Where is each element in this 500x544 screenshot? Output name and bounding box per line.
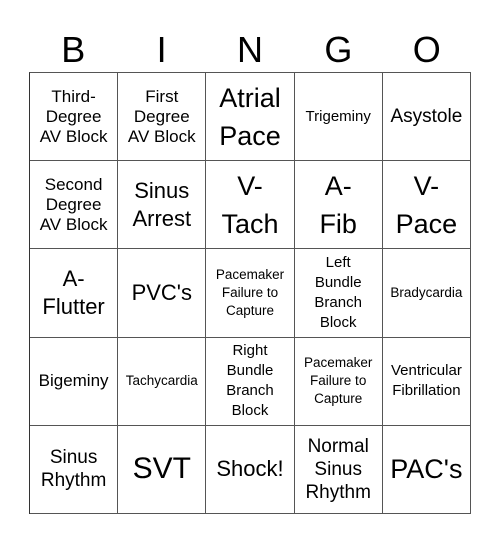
cell-text: Bigeminy bbox=[38, 371, 109, 391]
bingo-cell[interactable]: Asystole bbox=[382, 73, 471, 162]
bingo-cell[interactable]: Second Degree AV Block bbox=[30, 161, 119, 250]
bingo-cell[interactable]: Right Bundle Branch Block bbox=[206, 337, 295, 426]
bingo-cell[interactable]: Left Bundle Branch Block bbox=[294, 249, 383, 338]
bingo-board: Third- Degree AV Block First Degree AV Block… bbox=[29, 72, 471, 514]
bingo-cell[interactable]: Ventricular Fibrillation bbox=[382, 337, 471, 426]
cell-text: Right Bundle Branch Block bbox=[226, 342, 274, 420]
cell-text: PAC's bbox=[390, 454, 463, 485]
header-letter-n: N bbox=[236, 29, 263, 70]
bingo-cell[interactable]: Trigeminy bbox=[294, 73, 383, 162]
cell-text: Ventricular Fibrillation bbox=[390, 362, 462, 400]
bingo-cell[interactable]: Atrial Pace bbox=[206, 73, 295, 162]
bingo-cell[interactable]: PAC's bbox=[382, 425, 471, 514]
cell-text: Third- Degree AV Block bbox=[39, 86, 108, 146]
bingo-cell[interactable]: Bradycardia bbox=[382, 249, 471, 338]
bingo-cell[interactable]: Bigeminy bbox=[30, 337, 119, 426]
cell-text: Left Bundle Branch Block bbox=[314, 253, 362, 331]
cell-text: SVT bbox=[132, 452, 191, 486]
cell-text: Asystole bbox=[390, 106, 463, 128]
bingo-cell[interactable]: Pacemaker Failure to Capture bbox=[294, 337, 383, 426]
bingo-cell[interactable]: Sinus Arrest bbox=[118, 161, 207, 250]
bingo-cell[interactable]: Normal Sinus Rhythm bbox=[294, 425, 383, 514]
bingo-cell[interactable]: SVT bbox=[118, 425, 207, 514]
cell-text: Pacemaker Failure to Capture bbox=[304, 355, 373, 407]
bingo-cell[interactable]: A- Fib bbox=[294, 161, 383, 250]
cell-text: First Degree AV Block bbox=[127, 86, 196, 146]
cell-text: PVC's bbox=[131, 279, 192, 305]
bingo-cell[interactable]: V- Tach bbox=[206, 161, 295, 250]
bingo-cell[interactable]: V- Pace bbox=[382, 161, 471, 250]
header-letter-i: I bbox=[156, 29, 167, 70]
bingo-cell[interactable]: Third- Degree AV Block bbox=[30, 73, 119, 162]
cell-text: Tachycardia bbox=[125, 373, 198, 389]
cell-text: Trigeminy bbox=[305, 107, 371, 125]
bingo-cell[interactable]: First Degree AV Block bbox=[118, 73, 207, 162]
cell-text: V- Pace bbox=[395, 170, 458, 239]
cell-text: A- Flutter bbox=[42, 265, 105, 319]
bingo-header: B I N G O bbox=[29, 28, 471, 72]
bingo-cell[interactable]: Pacemaker Failure to Capture bbox=[206, 249, 295, 338]
bingo-cell[interactable]: Shock! bbox=[206, 425, 295, 514]
cell-text: Pacemaker Failure to Capture bbox=[215, 266, 285, 318]
cell-text: Sinus Rhythm bbox=[40, 447, 107, 492]
bingo-cell[interactable]: Sinus Rhythm bbox=[30, 425, 119, 514]
bingo-cell[interactable]: PVC's bbox=[118, 249, 207, 338]
bingo-cell[interactable]: Tachycardia bbox=[118, 337, 207, 426]
cell-text: A- Fib bbox=[319, 170, 357, 239]
cell-text: Normal Sinus Rhythm bbox=[305, 435, 371, 503]
cell-text: Shock! bbox=[216, 456, 284, 482]
header-letter-o: O bbox=[412, 29, 441, 70]
header-letter-b: B bbox=[61, 29, 86, 70]
cell-text: Bradycardia bbox=[390, 284, 463, 300]
cell-text: Sinus Arrest bbox=[132, 177, 192, 231]
cell-text: Atrial Pace bbox=[219, 82, 281, 151]
bingo-cell[interactable]: A- Flutter bbox=[30, 249, 119, 338]
cell-text: V- Tach bbox=[221, 170, 279, 239]
cell-text: Second Degree AV Block bbox=[39, 174, 108, 234]
header-letter-g: G bbox=[324, 29, 353, 70]
